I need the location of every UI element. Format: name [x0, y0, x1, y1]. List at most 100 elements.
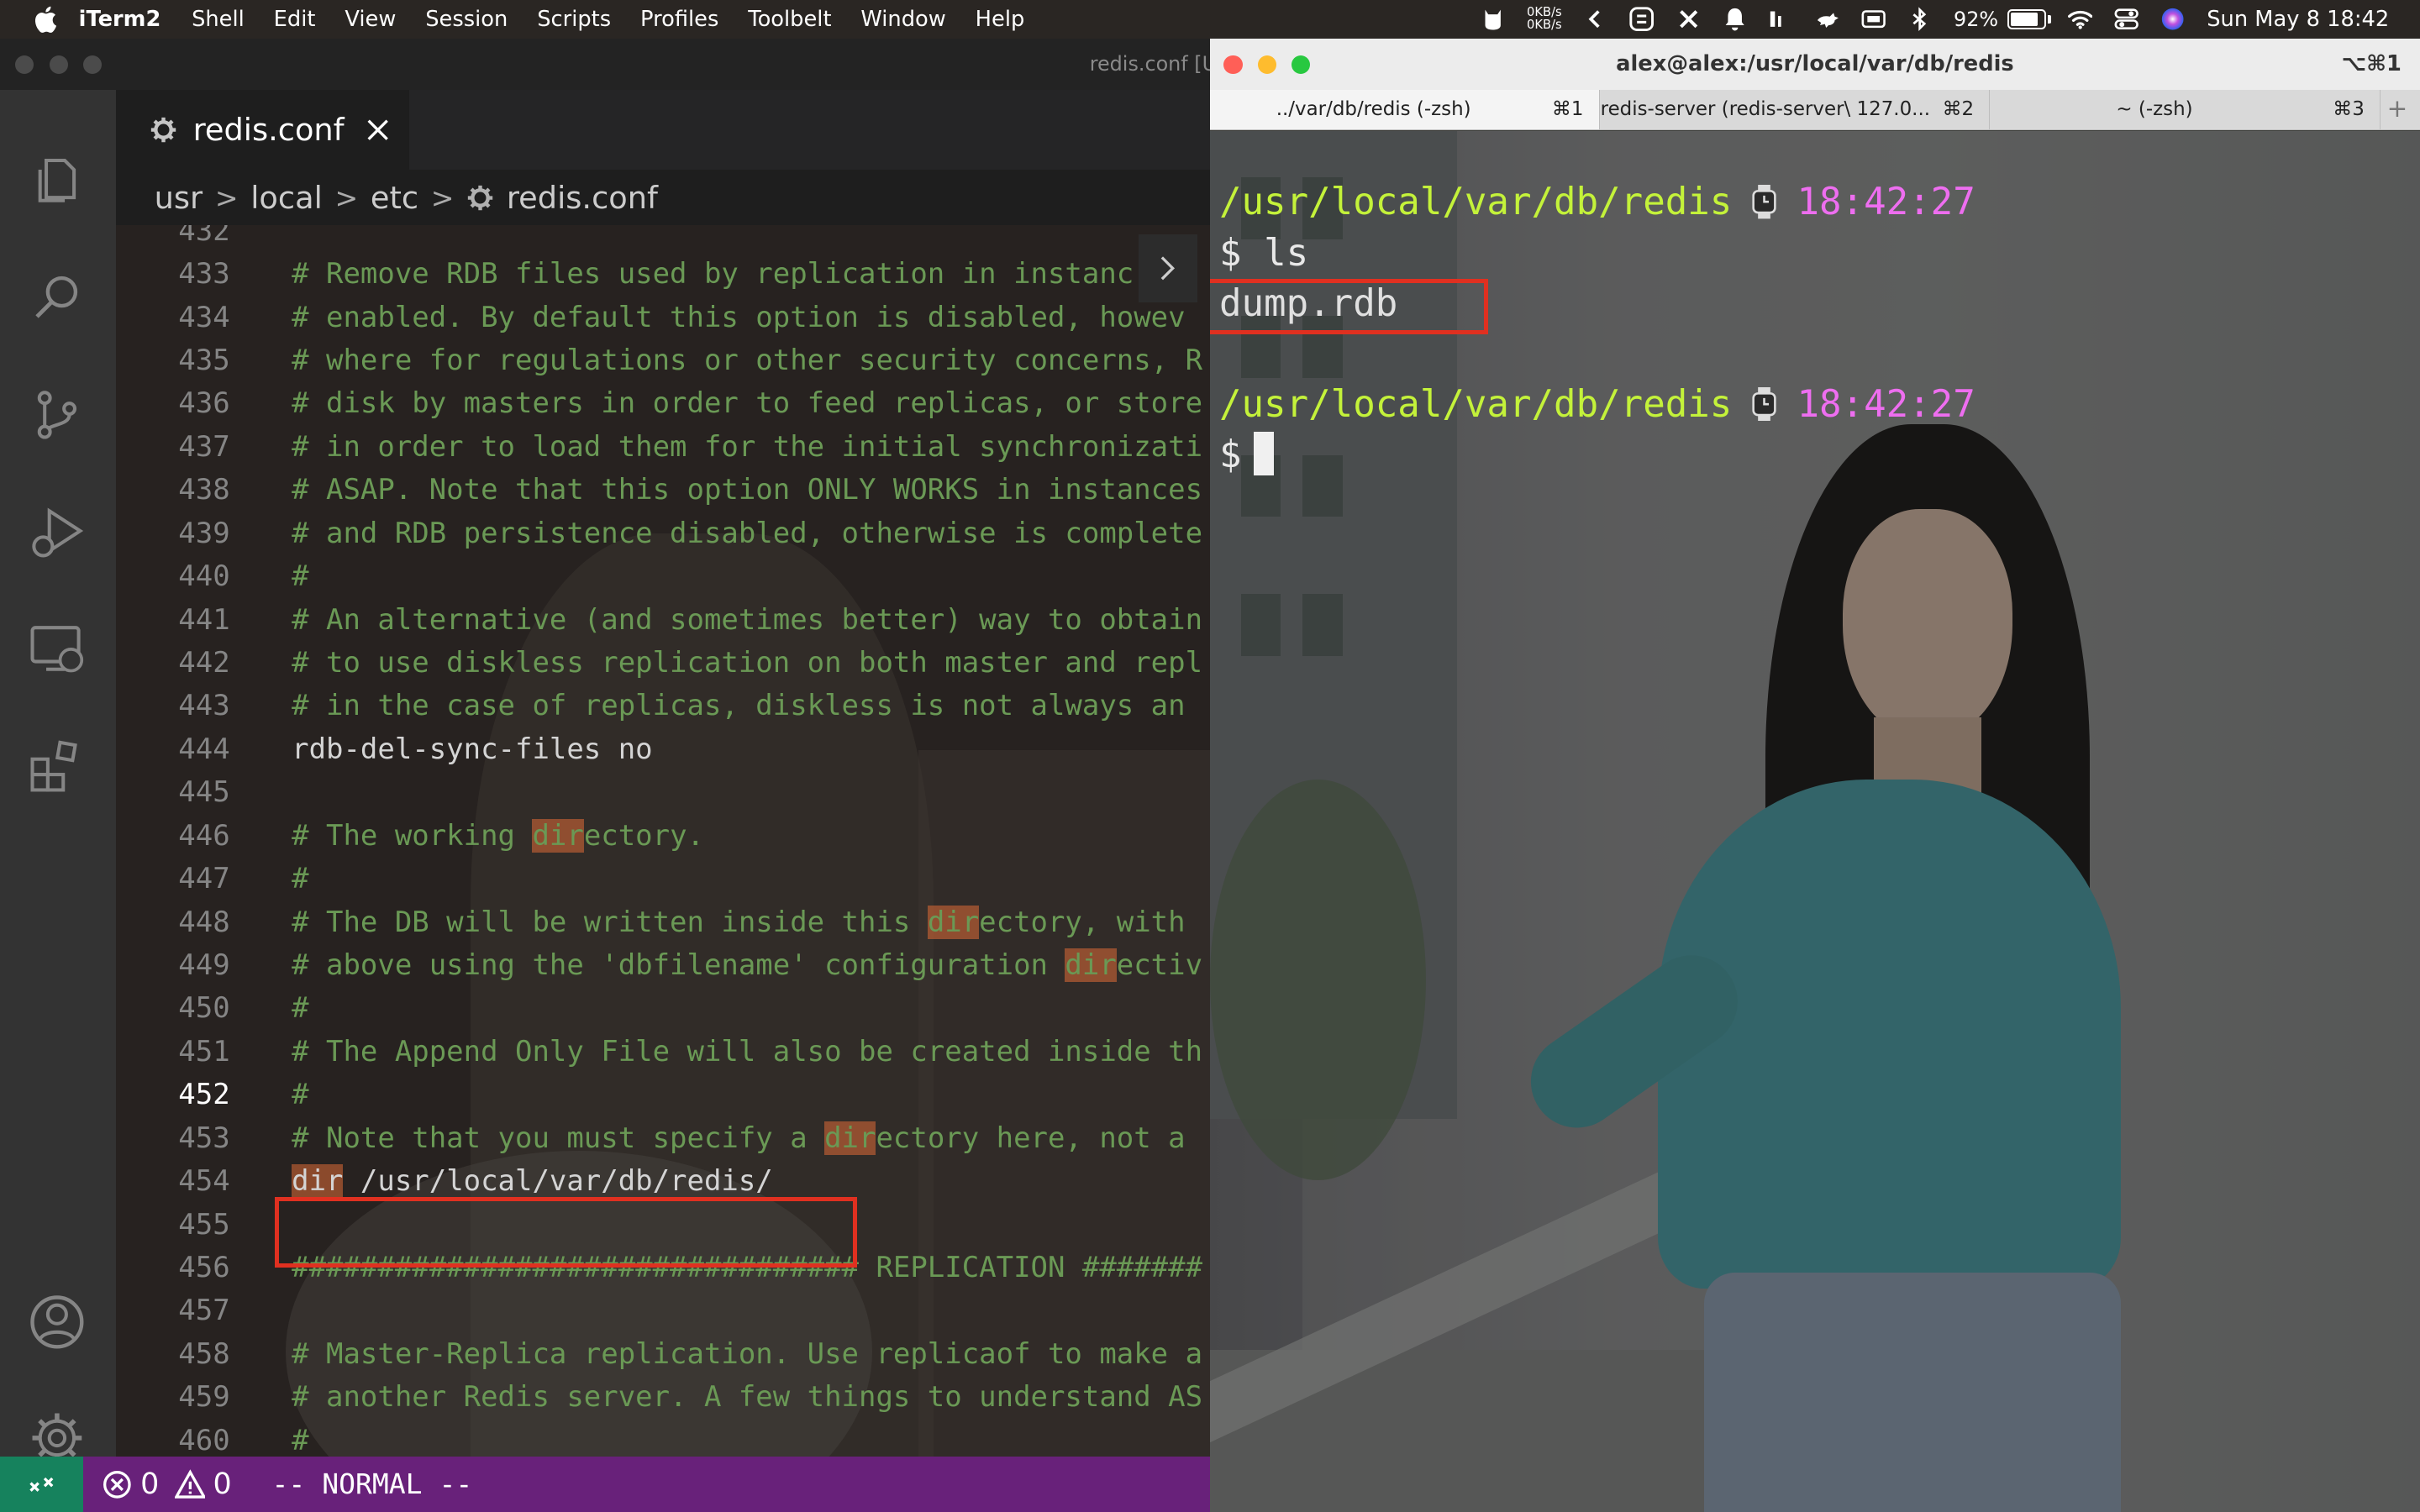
menubar-clock[interactable]: Sun May 8 18:42	[2207, 7, 2389, 32]
close-window-button[interactable]	[15, 55, 34, 75]
chevron-left-icon[interactable]	[1583, 7, 1607, 31]
bluetooth-icon[interactable]	[1907, 7, 1932, 32]
menu-edit[interactable]: Edit	[274, 7, 316, 32]
zoom-window-button[interactable]	[83, 55, 103, 75]
code-line[interactable]: 434 # enabled. By default this option is …	[116, 297, 1210, 339]
account-icon[interactable]	[28, 1293, 87, 1352]
peek-toggle-button[interactable]	[1139, 234, 1198, 302]
code-text: # in the case of replicas, diskless is n…	[292, 689, 1186, 723]
line-number: 455	[178, 1207, 230, 1242]
code-line[interactable]: 460 #	[116, 1420, 1210, 1457]
minimize-window-button[interactable]	[49, 55, 68, 75]
stats-bars-icon[interactable]	[1769, 7, 1793, 31]
annotation-box-dump	[1209, 279, 1489, 334]
warning-icon[interactable]	[174, 1468, 206, 1500]
code-editor[interactable]: 432 433 # Remove RDB files used by replica…	[115, 225, 1210, 1457]
battery-percent[interactable]: 92%	[1954, 8, 1998, 31]
run-debug-icon[interactable]	[28, 503, 87, 562]
wifi-icon[interactable]	[2068, 7, 2093, 31]
code-line[interactable]: 451 # The Append Only File will also be c…	[116, 1031, 1210, 1074]
code-line[interactable]: 436 # disk by masters in order to feed re…	[116, 382, 1210, 425]
cat-icon[interactable]	[1481, 7, 1505, 31]
code-line[interactable]: 437 # in order to load them for the initi…	[116, 426, 1210, 469]
code-line[interactable]: 444 rdb-del-sync-files no	[116, 728, 1210, 771]
app-menu[interactable]: iTerm2	[79, 7, 161, 32]
new-tab-button[interactable]: +	[2387, 94, 2408, 123]
terminal-tab-1[interactable]: ../var/db/redis (-zsh) ⌘1	[1209, 89, 1600, 130]
code-line[interactable]: 458 # Master-Replica replication. Use rep…	[116, 1333, 1210, 1376]
menu-profiles[interactable]: Profiles	[640, 7, 718, 32]
code-line[interactable]: 452 #	[116, 1074, 1210, 1116]
display-icon[interactable]	[1861, 7, 1886, 31]
battery-icon[interactable]	[2007, 8, 2051, 30]
remote-indicator[interactable]	[0, 1456, 84, 1512]
code-line[interactable]: 439 # and RDB persistence disabled, other…	[116, 512, 1210, 555]
warning-count[interactable]: 0	[213, 1467, 232, 1501]
code-line[interactable]: 445	[116, 771, 1210, 814]
command-line-1: $ ls	[1219, 228, 1308, 280]
error-icon[interactable]	[102, 1469, 133, 1500]
code-line[interactable]: 441 # An alternative (and sometimes bette…	[116, 599, 1210, 642]
tab-redis-conf[interactable]: redis.conf	[115, 89, 409, 171]
terminal-tabs: ../var/db/redis (-zsh) ⌘1 redis-server (…	[1209, 89, 2420, 131]
menu-help[interactable]: Help	[976, 7, 1025, 32]
menu-toolbelt[interactable]: Toolbelt	[748, 7, 831, 32]
menu-shell[interactable]: Shell	[192, 7, 245, 32]
code-line[interactable]: 449 # above using the 'dbfilename' config…	[116, 944, 1210, 987]
breadcrumb-local[interactable]: local	[250, 180, 323, 216]
code-line[interactable]: 435 # where for regulations or other secu…	[116, 339, 1210, 382]
line-number: 453	[178, 1121, 230, 1155]
code-line[interactable]: 443 # in the case of replicas, diskless i…	[116, 685, 1210, 727]
network-speed[interactable]: 0KB/s 0KB/s	[1527, 6, 1562, 31]
code-text: # The working directory.	[292, 818, 704, 853]
code-line[interactable]: 450 #	[116, 987, 1210, 1030]
remote-explorer-icon[interactable]	[28, 620, 87, 679]
menu-view[interactable]: View	[345, 7, 396, 32]
code-line[interactable]: 433 # Remove RDB files used by replicatio…	[116, 253, 1210, 296]
tab-label: ~ (-zsh)	[2116, 97, 2193, 120]
menu-window[interactable]: Window	[860, 7, 945, 32]
breadcrumb-usr[interactable]: usr	[155, 180, 203, 216]
files-icon[interactable]	[28, 151, 87, 210]
tools-icon[interactable]	[1676, 7, 1701, 31]
code-line[interactable]: 438 # ASAP. Note that this option ONLY WO…	[116, 469, 1210, 512]
code-line[interactable]: 440 #	[116, 555, 1210, 598]
terminal-session[interactable]: /usr/local/var/db/redis 18:42:27 $ ls dum…	[1209, 131, 2420, 1512]
breadcrumb-etc[interactable]: etc	[371, 180, 418, 216]
code-line[interactable]: 457	[116, 1289, 1210, 1332]
prompt-time: 18:42:27	[1797, 181, 1975, 224]
control-center-icon[interactable]	[2114, 7, 2139, 31]
tab-shortcut: ⌘1	[1551, 97, 1584, 120]
notification-bell-icon[interactable]	[1723, 7, 1747, 31]
search-match: dir	[824, 1121, 876, 1155]
tab-shortcut: ⌘3	[2333, 97, 2365, 120]
search-icon[interactable]	[28, 269, 87, 328]
code-line[interactable]: 447 #	[116, 858, 1210, 900]
code-line[interactable]: 442 # to use diskless replication on both…	[116, 642, 1210, 685]
code-line[interactable]: 453 # Note that you must specify a direct…	[116, 1117, 1210, 1160]
menu-scripts[interactable]: Scripts	[537, 7, 611, 32]
code-line[interactable]: 432	[116, 225, 1210, 253]
terminal-tab-2[interactable]: redis-server (redis-server\ 127.0... ⌘2	[1601, 89, 1991, 130]
tab-label: ../var/db/redis (-zsh)	[1276, 97, 1471, 120]
line-number: 451	[178, 1034, 230, 1068]
source-control-icon[interactable]	[28, 386, 87, 444]
terminal-tab-3[interactable]: ~ (-zsh) ⌘3	[1991, 89, 2381, 130]
breadcrumb-file[interactable]: redis.conf	[507, 180, 658, 216]
code-line[interactable]: 446 # The working directory.	[116, 815, 1210, 858]
extensions-icon[interactable]	[28, 738, 87, 796]
clipboard-app-icon[interactable]	[1629, 7, 1655, 32]
line-number: 435	[178, 344, 230, 378]
apple-icon[interactable]	[33, 6, 57, 33]
siri-icon[interactable]	[2160, 7, 2185, 31]
close-icon[interactable]	[366, 118, 390, 142]
error-count[interactable]: 0	[140, 1467, 159, 1501]
menu-session[interactable]: Session	[425, 7, 508, 32]
line-number: 457	[178, 1294, 230, 1328]
breadcrumb: usr > local > etc > redis.conf	[115, 170, 1210, 226]
search-match: dir	[292, 1164, 344, 1199]
code-line[interactable]: 448 # The DB will be written inside this …	[116, 901, 1210, 944]
line-number: 434	[178, 300, 230, 334]
runcat-icon[interactable]	[1815, 7, 1839, 31]
code-line[interactable]: 459 # another Redis server. A few things …	[116, 1376, 1210, 1419]
